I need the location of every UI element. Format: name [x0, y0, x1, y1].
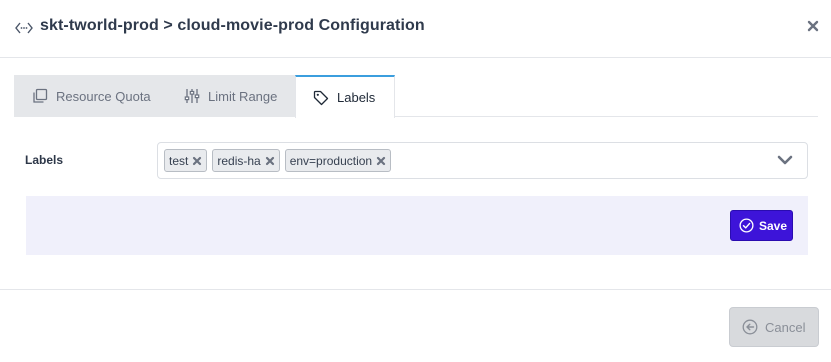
arrow-left-circle-icon [742, 319, 758, 335]
tab-label: Labels [337, 90, 376, 105]
check-circle-icon [739, 218, 754, 233]
dialog-header: skt-tworld-prod > cloud-movie-prod Confi… [0, 0, 831, 58]
remove-icon[interactable] [192, 156, 202, 166]
dialog-title: skt-tworld-prod > cloud-movie-prod Confi… [40, 17, 425, 34]
cancel-button-label: Cancel [765, 319, 806, 335]
label-chip: env=production [284, 149, 392, 172]
label-chip: test [164, 149, 208, 172]
remove-icon[interactable] [265, 156, 275, 166]
label-chip-text: env=production [289, 153, 373, 168]
tab-resource-quota[interactable]: Resource Quota [14, 75, 164, 117]
labels-field-label: Labels [25, 153, 64, 167]
labels-chip-list: test redis-ha env=production [164, 149, 392, 172]
save-button-label: Save [759, 218, 788, 233]
save-button[interactable]: Save [730, 210, 793, 241]
tag-icon [313, 90, 329, 105]
sliders-icon [184, 89, 200, 103]
code-brackets-icon [15, 22, 33, 34]
tab-label: Limit Range [208, 88, 278, 104]
label-chip: redis-ha [212, 149, 280, 172]
copy-icon [33, 88, 48, 103]
tab-limit-range[interactable]: Limit Range [164, 75, 295, 117]
action-bar: Save [26, 196, 808, 255]
chevron-down-icon[interactable] [777, 155, 793, 166]
tab-labels[interactable]: Labels [295, 75, 395, 118]
labels-multiselect[interactable]: test redis-ha env=production [157, 142, 808, 179]
close-icon[interactable] [806, 19, 820, 33]
tab-bar: Resource Quota Limit Range Labels [14, 75, 818, 118]
footer-divider [0, 289, 831, 290]
cancel-button[interactable]: Cancel [729, 307, 819, 347]
label-chip-text: test [169, 153, 189, 168]
label-chip-text: redis-ha [217, 153, 261, 168]
tab-label: Resource Quota [56, 88, 151, 104]
remove-icon[interactable] [376, 156, 386, 166]
